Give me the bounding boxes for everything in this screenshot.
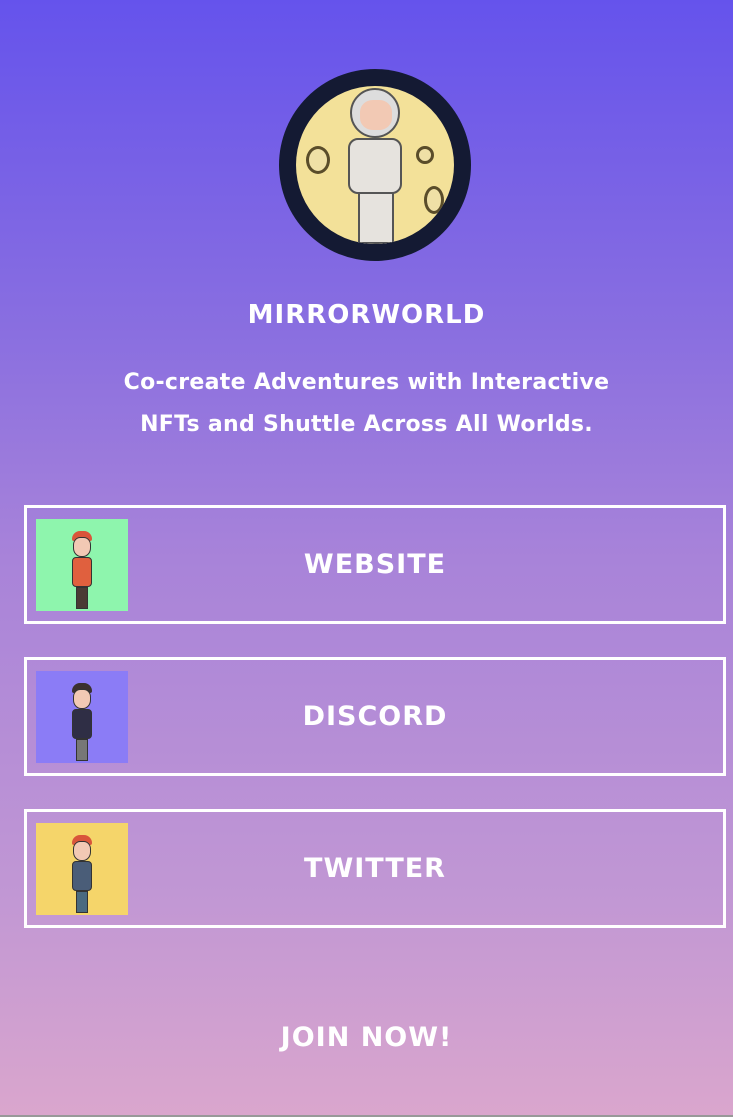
description-line: NFTs and Shuttle Across All Worlds.: [140, 412, 593, 437]
discord-thumbnail: [36, 671, 128, 763]
website-link-button[interactable]: WEBSITE: [24, 505, 726, 624]
twitter-link-button[interactable]: TWITTER: [24, 809, 726, 928]
twitter-thumbnail: [36, 823, 128, 915]
join-now-link[interactable]: JOIN NOW!: [0, 1022, 733, 1053]
link-label: DISCORD: [302, 701, 448, 732]
website-thumbnail: [36, 519, 128, 611]
description-line: Co-create Adventures with Interactive: [123, 370, 610, 395]
profile-avatar: [279, 69, 471, 261]
profile-name: MIRRORWORLD: [247, 300, 486, 330]
discord-link-button[interactable]: DISCORD: [24, 657, 726, 776]
astronaut-moon-image: [296, 86, 454, 244]
link-label: WEBSITE: [303, 549, 447, 580]
link-label: TWITTER: [304, 853, 446, 884]
profile-description: Co-create Adventures with Interactive NF…: [0, 362, 733, 446]
